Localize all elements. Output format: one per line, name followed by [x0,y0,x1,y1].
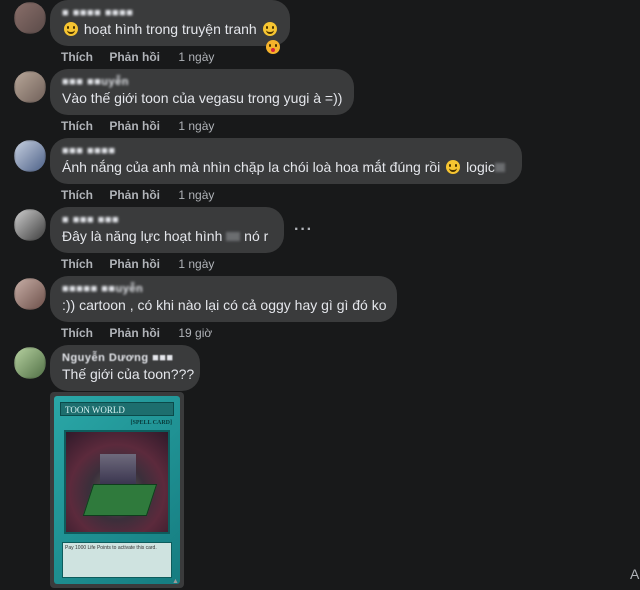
reply-link[interactable]: Phản hồi [109,326,160,340]
comment-actions: Thích Phản hồi 1 ngày [61,119,227,133]
comment-author[interactable]: ■ ■■■■ ■■■■ [62,7,278,20]
avatar[interactable] [14,140,46,172]
card-artwork [64,430,170,534]
comment-actions: Thích Phản hồi 19 giờ [61,326,225,340]
comment-bubble: ■ ■■■ ■■■ Đây là năng lực hoạt hình nó r [50,207,284,253]
comment-text: Đây là năng lực hoạt hình nó r [62,228,269,244]
scroll-indicator-icon: ▲ [172,578,179,585]
comment-bubble: ■■■ ■■uyễn Vào thế giới toon của vegasu … [50,69,354,115]
comment-bubble: ■ ■■■■ ■■■■ hoạt hình trong truyện tranh [50,0,290,54]
comment-author[interactable]: ■ ■■■ ■■■ [62,214,272,227]
kiss-emoji-icon [266,40,280,54]
card-art-castle [100,454,136,484]
timestamp[interactable]: 19 giờ [178,326,212,340]
comment-text: hoạt hình trong truyện tranh [62,20,280,54]
card-art-book [82,484,158,516]
card-type: [SPELL CARD] [130,420,172,426]
timestamp[interactable]: 1 ngày [178,50,214,64]
avatar[interactable] [14,347,46,379]
comment-bubble: ■■■ ■■■■ Ánh nắng của anh mà nhìn chặp l… [50,138,522,184]
comment-bubble: ■■■■■ ■■uyễn :)) cartoon , có khi nào lạ… [50,276,397,322]
timestamp[interactable]: 1 ngày [178,188,214,202]
reply-link[interactable]: Phản hồi [109,257,160,271]
like-link[interactable]: Thích [61,188,93,202]
comment-author[interactable]: ■■■ ■■■■ [62,145,510,158]
like-link[interactable]: Thích [61,326,93,340]
redacted-text [494,163,505,172]
smile-emoji-icon [262,22,277,36]
comment-actions: Thích Phản hồi 1 ngày [61,188,227,202]
comment-bubble: Nguyễn Dương ■■■ Thế giới của toon??? [50,345,200,391]
more-options-icon[interactable]: ··· [294,221,313,239]
comment-actions: Thích Phản hồi 1 ngày [61,257,227,271]
like-link[interactable]: Thích [61,257,93,271]
comment-text: Ánh nắng của anh mà nhìn chặp la chói lo… [62,158,510,176]
comment-author[interactable]: ■■■ ■■uyễn [62,76,342,89]
edge-glyph-icon: A [630,566,640,582]
comment-text: Thế giới của toon??? [62,366,195,382]
redacted-text [226,232,241,241]
toon-world-card: TOON WORLD [SPELL CARD] Pay 1000 Life Po… [54,396,180,584]
like-link[interactable]: Thích [61,50,93,64]
avatar[interactable] [14,2,46,34]
comment-author[interactable]: Nguyễn Dương ■■■ [62,352,188,365]
comment-author[interactable]: ■■■■■ ■■uyễn [62,283,385,296]
like-link[interactable]: Thích [61,119,93,133]
timestamp[interactable]: 1 ngày [178,119,214,133]
avatar[interactable] [14,71,46,103]
avatar[interactable] [14,278,46,310]
comment-text: Vào thế giới toon của vegasu trong yugi … [62,90,343,106]
timestamp[interactable]: 1 ngày [178,257,214,271]
comment-actions: Thích Phản hồi 1 ngày [61,50,227,64]
avatar[interactable] [14,209,46,241]
smile-emoji-icon [446,160,461,174]
reply-link[interactable]: Phản hồi [109,188,160,202]
smile-emoji-icon [64,22,78,36]
comment-image-attachment[interactable]: TOON WORLD [SPELL CARD] Pay 1000 Life Po… [50,392,184,588]
card-description: Pay 1000 Life Points to activate this ca… [62,542,172,578]
reply-link[interactable]: Phản hồi [109,119,160,133]
comment-text: :)) cartoon , có khi nào lại có cả oggy … [62,297,387,313]
card-title: TOON WORLD [60,402,174,416]
reply-link[interactable]: Phản hồi [109,50,160,64]
